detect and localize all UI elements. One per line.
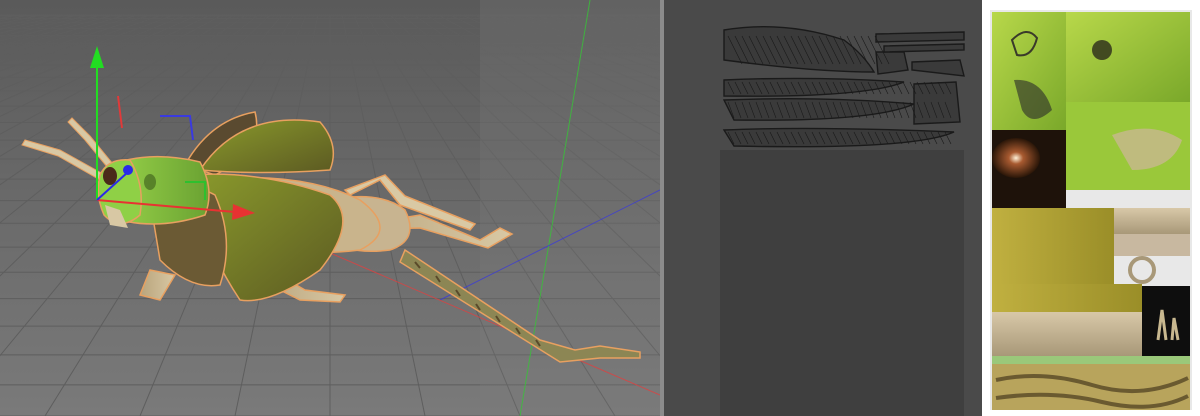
viewport-canvas[interactable] xyxy=(0,0,660,416)
atlas-tile-strip xyxy=(992,284,1142,312)
uv-editor[interactable] xyxy=(664,0,982,416)
atlas-thorax-spot xyxy=(1092,40,1112,60)
atlas-tile-dark xyxy=(1142,286,1190,356)
thorax-marking xyxy=(144,174,156,190)
atlas-tile-green-strip xyxy=(992,356,1190,364)
atlas-tile-tan-1 xyxy=(1114,208,1190,234)
gizmo-z-handle[interactable] xyxy=(123,165,133,175)
texture-atlas[interactable] xyxy=(982,0,1200,416)
atlas-tile-tan-2 xyxy=(1114,234,1190,256)
atlas-tile-abdomen xyxy=(992,312,1142,356)
uv-island-strip-2[interactable] xyxy=(883,43,965,53)
atlas-tile-thorax xyxy=(1066,12,1190,102)
uv-texture-area xyxy=(720,150,964,416)
atlas-tile-wing xyxy=(992,208,1114,284)
atlas-compound-eye xyxy=(992,138,1040,178)
uv-canvas[interactable] xyxy=(664,0,982,416)
uv-island-strip-1[interactable] xyxy=(875,31,965,43)
compound-eye xyxy=(103,167,117,185)
uv-island-small-1[interactable] xyxy=(875,51,909,75)
3d-viewport[interactable] xyxy=(0,0,660,416)
texture-atlas-frame xyxy=(982,0,1200,416)
